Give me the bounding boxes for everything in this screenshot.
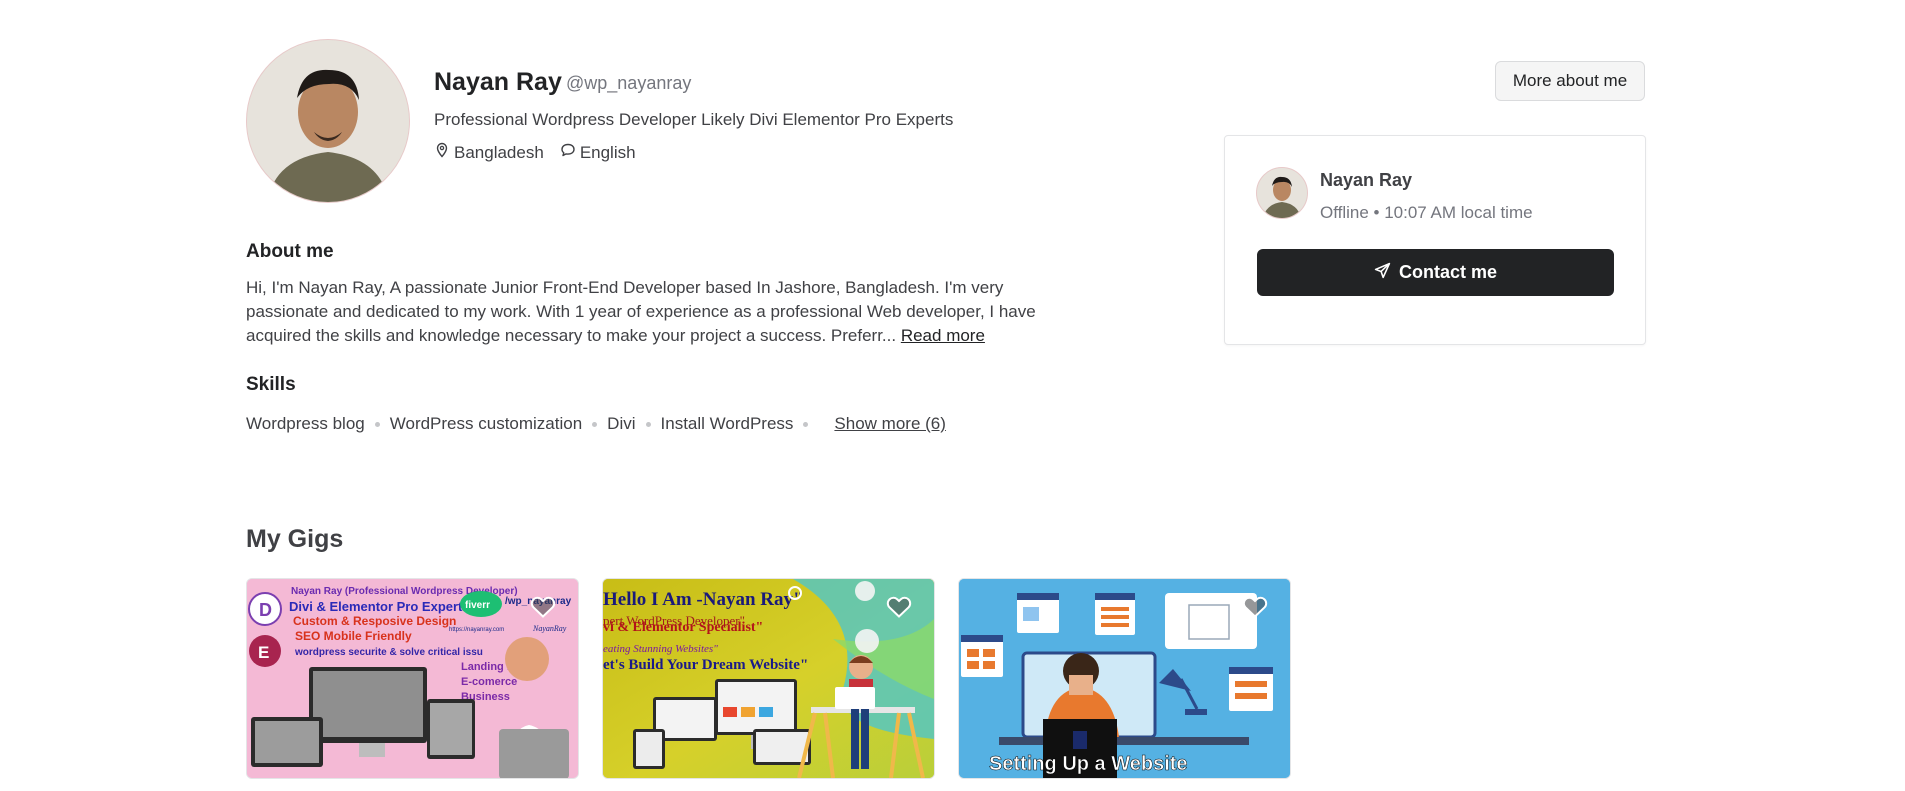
gig-1-line: fiverr <box>465 600 490 611</box>
gig-1-line: wordpress securite & solve critical issu <box>294 647 483 658</box>
page-scrollbar[interactable] <box>1890 0 1905 791</box>
contact-card-name: Nayan Ray <box>1320 170 1413 190</box>
gig-2-line: eating Stunning Websites" <box>603 643 718 655</box>
gig-card[interactable]: Hello I Am -Nayan Ray" pert WordPress De… <box>602 578 935 779</box>
skill-tag[interactable]: WordPress customization <box>390 414 582 434</box>
profile-language: English <box>579 142 636 162</box>
location-pin-icon <box>434 142 454 163</box>
profile-location: Bangladesh <box>454 142 544 162</box>
gig-card[interactable]: Setting Up a Website <box>958 578 1291 779</box>
gigs-heading: My Gigs <box>246 525 344 553</box>
skills-list: Wordpress blog WordPress customization D… <box>246 414 946 434</box>
send-icon <box>1374 262 1399 284</box>
gig-2-line: et's Build Your Dream Website" <box>603 657 808 673</box>
about-heading: About me <box>246 241 334 262</box>
gig-3-thumbnail: Setting Up a Website <box>959 579 1290 778</box>
profile-meta: Bangladesh English <box>434 142 636 163</box>
contact-me-button[interactable]: Contact me <box>1257 249 1614 296</box>
heart-icon[interactable] <box>530 595 556 624</box>
separator-dot <box>645 421 651 427</box>
svg-text:E: E <box>258 643 269 662</box>
contact-card-avatar <box>1256 167 1308 219</box>
gig-3-line: Setting Up a Website <box>989 753 1188 775</box>
profile-tagline: Professional Wordpress Developer Likely … <box>434 110 954 129</box>
skills-heading: Skills <box>246 374 296 395</box>
gig-1-line: NayanRay <box>532 624 567 633</box>
gig-1-thumbnail: D E Nayan Ray (Professional Wordpress De… <box>247 579 578 778</box>
gig-2-thumbnail: Hello I Am -Nayan Ray" pert WordPress De… <box>603 579 934 778</box>
profile-handle: @wp_nayanray <box>566 73 692 93</box>
contact-card-status: Offline • 10:07 AM local time <box>1320 203 1533 222</box>
heart-icon[interactable] <box>1242 595 1268 624</box>
skill-tag[interactable]: Install WordPress <box>661 414 794 434</box>
svg-text:D: D <box>259 600 272 620</box>
gig-2-line: vi & Elementor Specialist" <box>603 620 763 635</box>
read-more-link[interactable]: Read more <box>901 326 985 345</box>
gig-1-line: https://nayanray.com <box>449 627 504 633</box>
profile-avatar <box>246 39 410 203</box>
gig-1-line: SEO Mobile Friendly <box>295 629 412 643</box>
separator-dot <box>374 421 380 427</box>
skill-tag[interactable]: Wordpress blog <box>246 414 365 434</box>
gig-1-line: Custom & Resposive Design <box>293 614 456 628</box>
gig-1-line: E-comerce <box>461 676 517 688</box>
chat-bubble-icon <box>560 142 580 163</box>
gig-1-line: Divi & Elementor Pro Experts <box>289 599 470 614</box>
heart-icon[interactable] <box>886 595 912 624</box>
skill-tag[interactable]: Divi <box>607 414 635 434</box>
more-about-me-button[interactable]: More about me <box>1495 61 1645 101</box>
contact-me-label: Contact me <box>1398 262 1497 282</box>
about-text: Hi, I'm Nayan Ray, A passionate Junior F… <box>246 276 1046 348</box>
separator-dot <box>592 421 598 427</box>
gig-2-line: Hello I Am -Nayan Ray" <box>603 589 804 610</box>
profile-name: Nayan Ray <box>434 68 562 96</box>
gig-card[interactable]: D E Nayan Ray (Professional Wordpress De… <box>246 578 579 779</box>
contact-card <box>1224 135 1646 345</box>
separator-dot <box>803 421 809 427</box>
show-more-skills-link[interactable]: Show more (6) <box>834 414 945 434</box>
